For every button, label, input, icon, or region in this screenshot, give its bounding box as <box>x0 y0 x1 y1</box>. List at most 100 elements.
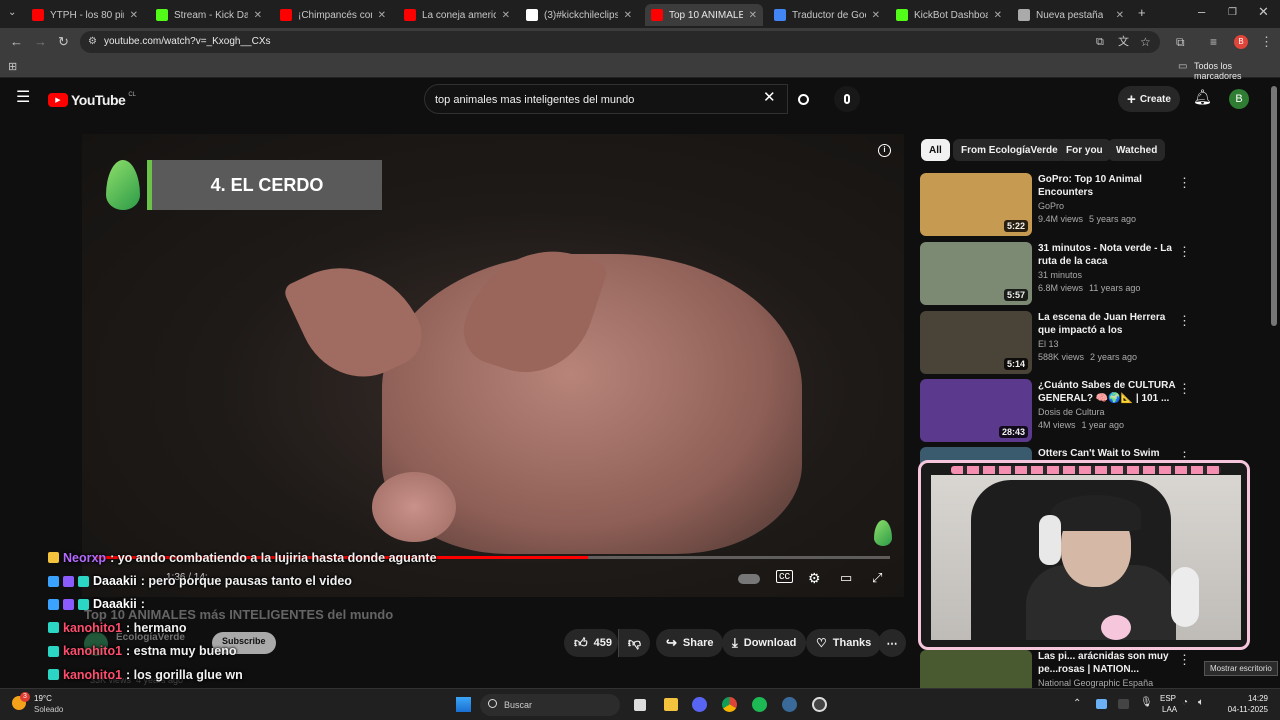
video-channel[interactable]: National Geographic España <box>1038 678 1153 688</box>
chat-username[interactable]: kanohito1 <box>63 668 122 682</box>
recommended-video[interactable]: 5:14 La escena de Juan Herrera que impact… <box>920 311 1210 375</box>
youtube-logo[interactable]: ▶ YouTube CL <box>48 92 136 108</box>
chat-username[interactable]: Neorxp <box>63 551 106 565</box>
profile-avatar[interactable]: B <box>1234 35 1248 49</box>
file-explorer-icon[interactable] <box>664 698 678 711</box>
video-thumbnail[interactable]: 5:57 <box>920 242 1032 305</box>
more-options-icon[interactable]: ⋮ <box>1178 313 1191 329</box>
browser-tab[interactable]: La coneja america ad ✕ <box>398 4 516 26</box>
account-avatar[interactable]: B <box>1229 89 1249 109</box>
settings-gear-icon[interactable]: ⚙ <box>808 570 821 587</box>
autoplay-toggle[interactable] <box>738 574 760 584</box>
tray-chevron-icon[interactable]: ⌃ <box>1073 698 1081 709</box>
create-button[interactable]: + Create <box>1118 86 1180 112</box>
video-channel[interactable]: El 13 <box>1038 339 1059 349</box>
browser-tab[interactable]: Nueva pestaña ✕ <box>1012 4 1130 26</box>
extensions-icon[interactable]: ⧉ <box>1176 35 1185 49</box>
browser-tab[interactable]: Stream - Kick Dashbo ✕ <box>150 4 268 26</box>
video-title[interactable]: 31 minutos - Nota verde - La ruta de la … <box>1038 242 1176 268</box>
theater-mode-icon[interactable]: ▭ <box>840 570 852 586</box>
video-title[interactable]: La escena de Juan Herrera que impactó a … <box>1038 311 1176 337</box>
voice-search-button[interactable] <box>834 86 860 112</box>
new-tab-icon[interactable]: + <box>1138 6 1146 20</box>
network-icon[interactable] <box>1096 699 1107 709</box>
steam-icon[interactable] <box>782 697 797 712</box>
close-tab-icon[interactable]: ✕ <box>749 10 757 21</box>
tab-search-icon[interactable]: ⌄ <box>8 6 16 20</box>
more-options-icon[interactable]: ⋮ <box>1178 244 1191 260</box>
spotify-icon[interactable] <box>752 697 767 712</box>
clear-search-icon[interactable]: ✕ <box>763 90 776 105</box>
close-tab-icon[interactable]: ✕ <box>254 10 262 21</box>
translate-page-icon[interactable]: 文 <box>1118 35 1129 49</box>
forward-icon[interactable]: → <box>34 35 47 49</box>
language-code[interactable]: ESP <box>1160 694 1176 703</box>
more-actions-button[interactable]: ⋯ <box>878 629 906 657</box>
omnibox[interactable]: ⚙ youtube.com/watch?v=_Kxogh__CXs ⧉ 文 ☆ <box>80 31 1160 53</box>
site-info-icon[interactable]: ⚙ <box>88 35 97 49</box>
media-controls-icon[interactable]: ≡ <box>1210 35 1217 49</box>
bookmark-star-icon[interactable]: ☆ <box>1140 35 1151 49</box>
fullscreen-icon[interactable]: ⤢ <box>872 570 882 586</box>
video-thumbnail[interactable]: 5:14 <box>920 311 1032 374</box>
video-thumbnail[interactable]: 5:22 <box>920 173 1032 236</box>
filter-chip[interactable]: For you <box>1058 139 1111 161</box>
browser-menu-icon[interactable]: ⋮ <box>1260 35 1273 49</box>
browser-tab[interactable]: Top 10 ANIMALE ✕ <box>645 4 763 26</box>
browser-tab[interactable]: YTPH - los 80 pinoch ✕ <box>26 4 144 26</box>
recommended-video[interactable]: 28:43 ¿Cuánto Sabes de CULTURA GENERAL? 🧠… <box>920 379 1210 443</box>
browser-tab[interactable]: ¡Chimpancés con Má ✕ <box>274 4 392 26</box>
microphone-tray-icon[interactable]: 🎙︎ <box>1140 697 1153 708</box>
chat-username[interactable]: kanohito1 <box>63 644 122 658</box>
video-channel[interactable]: GoPro <box>1038 201 1064 211</box>
obs-icon[interactable] <box>812 697 827 712</box>
hamburger-menu-icon[interactable]: ☰ <box>16 90 30 106</box>
apps-grid-icon[interactable]: ⊞ <box>8 60 17 74</box>
close-tab-icon[interactable]: ✕ <box>872 10 880 21</box>
filter-chip[interactable]: From EcologíaVerde <box>953 139 1066 161</box>
recommended-video[interactable]: 5:57 31 minutos - Nota verde - La ruta de… <box>920 242 1210 306</box>
close-tab-icon[interactable]: ✕ <box>1116 10 1124 21</box>
video-title[interactable]: Las pi... arácnidas son muy pe...rosas |… <box>1038 650 1176 676</box>
dislike-button[interactable]: 👎︎ <box>618 629 650 657</box>
more-options-icon[interactable]: ⋮ <box>1178 652 1191 668</box>
search-input[interactable]: top animales mas inteligentes del mundo <box>424 84 788 114</box>
reload-icon[interactable]: ↻ <box>58 35 69 49</box>
search-button[interactable] <box>788 84 818 114</box>
share-button[interactable]: ↪ Share <box>656 629 724 657</box>
like-button[interactable]: 👍︎ 459 <box>564 629 618 657</box>
task-view-icon[interactable] <box>634 699 646 711</box>
clock-time[interactable]: 14:29 <box>1228 694 1268 703</box>
tray-app-icon[interactable] <box>1118 699 1129 709</box>
discord-icon[interactable] <box>692 697 707 712</box>
video-thumbnail[interactable]: 28:43 <box>920 379 1032 442</box>
video-title[interactable]: ¿Cuánto Sabes de CULTURA GENERAL? 🧠🌍📐 | … <box>1038 379 1176 405</box>
video-player[interactable]: 4. EL CERDO i 1:36 / 14:... cc ⚙ ▭ ⤢ <box>82 134 904 597</box>
wifi-icon[interactable]: ◔ <box>1182 697 1188 708</box>
video-channel[interactable]: 31 minutos <box>1038 270 1082 280</box>
chat-username[interactable]: Daaakii <box>93 597 137 611</box>
speaker-icon[interactable]: 🔈︎ <box>1198 697 1204 708</box>
close-tab-icon[interactable]: ✕ <box>994 10 1002 21</box>
close-tab-icon[interactable]: ✕ <box>624 10 632 21</box>
filter-chip[interactable]: All <box>921 139 950 161</box>
all-bookmarks-link[interactable]: Todos los marcadores <box>1194 61 1280 81</box>
more-options-icon[interactable]: ⋮ <box>1178 381 1191 397</box>
clock-date[interactable]: 04-11-2025 <box>1216 705 1268 714</box>
download-button[interactable]: ⤓ Download <box>722 629 807 657</box>
chat-username[interactable]: Daaakii <box>93 574 137 588</box>
install-app-icon[interactable]: ⧉ <box>1096 35 1104 49</box>
minimize-icon[interactable]: – <box>1198 5 1205 19</box>
close-tab-icon[interactable]: ✕ <box>502 10 510 21</box>
windows-start-icon[interactable] <box>456 697 471 712</box>
more-options-icon[interactable]: ⋮ <box>1178 175 1191 191</box>
browser-tab[interactable]: (3)#kickchileclips #m ✕ <box>520 4 638 26</box>
back-icon[interactable]: ← <box>10 35 23 49</box>
close-tab-icon[interactable]: ✕ <box>130 10 138 21</box>
subtitles-icon[interactable]: cc <box>776 570 793 583</box>
video-channel[interactable]: Dosis de Cultura <box>1038 407 1105 417</box>
thanks-button[interactable]: ♡ Thanks <box>806 629 882 657</box>
restore-icon[interactable]: ❐ <box>1228 6 1237 20</box>
channel-watermark-icon[interactable] <box>874 520 892 546</box>
browser-tab[interactable]: Traductor de Google ✕ <box>768 4 886 26</box>
